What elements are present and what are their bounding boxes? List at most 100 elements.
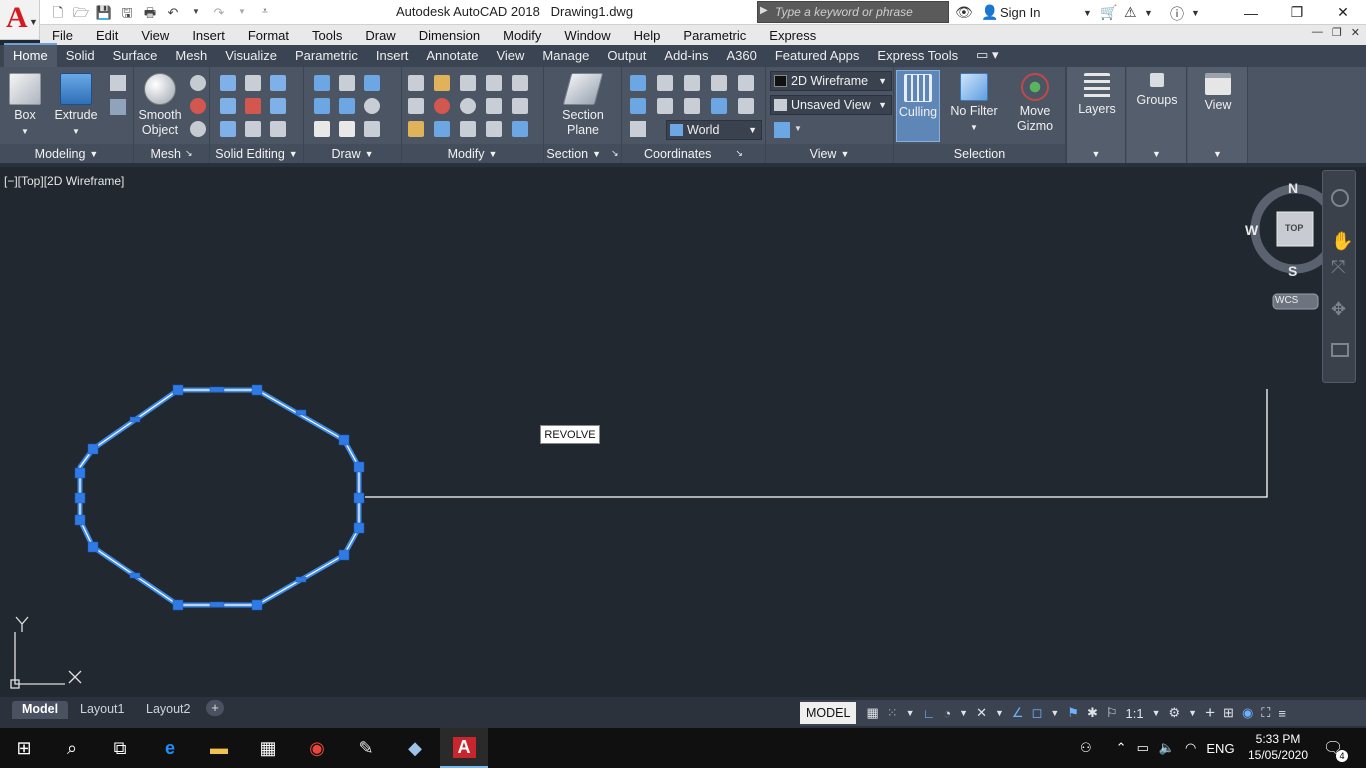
- tab-home[interactable]: Home: [4, 43, 57, 67]
- menu-draw[interactable]: Draw: [353, 28, 406, 43]
- undo-icon[interactable]: ↶: [165, 4, 181, 20]
- redo-dropdown-icon[interactable]: ▼: [234, 4, 250, 20]
- copy-icon[interactable]: [486, 75, 502, 91]
- autocad-taskbar-icon[interactable]: A: [440, 728, 488, 768]
- panel-draw-footer[interactable]: Draw ▼: [304, 144, 401, 163]
- expand-search-icon[interactable]: ▶: [760, 5, 768, 16]
- panel-view-footer[interactable]: View ▼: [766, 144, 893, 163]
- helix-icon[interactable]: [339, 75, 355, 91]
- layers-button[interactable]: Layers: [1073, 73, 1121, 117]
- a360-icon[interactable]: ⚠: [1124, 4, 1137, 21]
- search-input[interactable]: [772, 3, 947, 21]
- arc-icon[interactable]: [364, 75, 380, 91]
- task-view-icon[interactable]: ⧉: [96, 728, 144, 768]
- quick-properties-icon[interactable]: ◉: [1238, 700, 1257, 726]
- close-button[interactable]: ✕: [1320, 0, 1366, 25]
- panel-mesh-footer[interactable]: Mesh ↘: [134, 144, 209, 163]
- tab-a360[interactable]: A360: [717, 45, 765, 67]
- sign-in-dropdown-icon[interactable]: ▼: [1083, 8, 1092, 18]
- tab-insert[interactable]: Insert: [367, 45, 418, 67]
- subtract-icon[interactable]: [220, 98, 236, 114]
- polar-icon[interactable]: ◔: [939, 700, 955, 726]
- union-icon[interactable]: [220, 75, 236, 91]
- annotation-scale-value[interactable]: 1:1: [1122, 700, 1148, 726]
- grips[interactable]: [74, 384, 365, 611]
- erase-icon[interactable]: [512, 75, 528, 91]
- undo-dropdown-icon[interactable]: ▼: [188, 4, 204, 20]
- fillet-icon[interactable]: [408, 75, 424, 91]
- menu-help[interactable]: Help: [622, 28, 672, 43]
- tab-featured-apps[interactable]: Featured Apps: [766, 45, 869, 67]
- print-icon[interactable]: 🖶: [142, 4, 158, 20]
- menu-modify[interactable]: Modify: [491, 28, 552, 43]
- menu-format[interactable]: Format: [236, 28, 300, 43]
- tab-express-tools[interactable]: Express Tools: [868, 45, 967, 67]
- tab-layout2[interactable]: Layout2: [136, 701, 200, 719]
- rectangle-icon[interactable]: [339, 121, 355, 137]
- refine-mesh-icon[interactable]: [190, 121, 206, 137]
- view-panel-button[interactable]: View: [1192, 73, 1244, 113]
- binoculars-icon[interactable]: 👁: [955, 4, 973, 21]
- volume-icon[interactable]: 🔈: [1159, 740, 1175, 756]
- annotation-visibility-icon[interactable]: ⚑: [1063, 700, 1083, 726]
- open-file-icon[interactable]: 🗁: [73, 4, 89, 20]
- panel-layers[interactable]: Layers ▼: [1066, 67, 1126, 163]
- spline-icon[interactable]: [314, 98, 330, 114]
- help-dropdown-icon[interactable]: ▼: [1191, 8, 1200, 18]
- tab-layout1[interactable]: Layout1: [70, 701, 134, 719]
- annotation-monitor-icon[interactable]: +: [1201, 700, 1219, 726]
- ucs-world-icon[interactable]: [684, 75, 700, 91]
- ucs-3point-icon[interactable]: [738, 98, 754, 114]
- 3d-mirror-icon[interactable]: [434, 121, 450, 137]
- polyline-icon[interactable]: [314, 75, 330, 91]
- customization-menu-icon[interactable]: ≡: [1274, 700, 1290, 726]
- autocad-launcher-icon[interactable]: ◆: [391, 728, 439, 768]
- restore-button[interactable]: ❐: [1274, 0, 1320, 25]
- stretch-icon[interactable]: [460, 121, 476, 137]
- add-layout-icon[interactable]: +: [206, 700, 224, 716]
- panel-modeling-footer[interactable]: Modeling ▼: [0, 144, 133, 163]
- windows-start-icon[interactable]: ⊞: [0, 728, 48, 768]
- doc-restore-icon[interactable]: ❐: [1332, 26, 1342, 39]
- cart-icon[interactable]: 🛒: [1100, 4, 1117, 21]
- menu-dimension[interactable]: Dimension: [407, 28, 491, 43]
- extract-edges-icon[interactable]: [270, 98, 286, 114]
- separate-icon[interactable]: [270, 75, 286, 91]
- viewcube-top-face[interactable]: TOP: [1285, 223, 1303, 233]
- workspace-dropdown-icon[interactable]: ▼: [1184, 700, 1201, 726]
- search-icon[interactable]: ⌕: [48, 728, 96, 768]
- array-icon[interactable]: [486, 121, 502, 137]
- showmotion-icon[interactable]: [1331, 343, 1349, 357]
- rect-array-icon[interactable]: [512, 121, 528, 137]
- calculator-icon[interactable]: ▦: [244, 728, 292, 768]
- orbit-icon[interactable]: ✥: [1331, 299, 1346, 320]
- pan-icon[interactable]: ✋: [1331, 231, 1353, 252]
- tab-surface[interactable]: Surface: [104, 45, 167, 67]
- menu-parametric[interactable]: Parametric: [671, 28, 757, 43]
- show-hidden-icons[interactable]: ⌃: [1116, 740, 1127, 756]
- no-filter-button[interactable]: No Filter ▼: [946, 73, 1002, 135]
- isodraft-icon[interactable]: ✕: [972, 700, 991, 726]
- auto-scale-icon[interactable]: ✱: [1083, 700, 1102, 726]
- trim-icon[interactable]: [408, 98, 424, 114]
- help-icon[interactable]: ⓘ: [1170, 4, 1184, 24]
- smooth-more-icon[interactable]: [190, 75, 206, 91]
- compass-west[interactable]: W: [1245, 222, 1258, 238]
- chevron-down-icon[interactable]: ▼: [794, 124, 802, 133]
- box-button[interactable]: Box ▼: [6, 73, 44, 139]
- units-icon[interactable]: ⊞: [1219, 700, 1238, 726]
- line-icon[interactable]: [339, 98, 355, 114]
- file-explorer-icon[interactable]: ▬: [195, 728, 243, 768]
- new-file-icon[interactable]: 🗋: [50, 4, 66, 20]
- panel-solid-editing-footer[interactable]: Solid Editing ▼: [210, 144, 303, 163]
- doc-close-icon[interactable]: ✕: [1351, 26, 1360, 39]
- saved-view-combo[interactable]: Unsaved View ▼: [770, 95, 892, 115]
- snap-icon[interactable]: ⁙: [883, 700, 902, 726]
- slice-icon[interactable]: [245, 75, 261, 91]
- region-icon[interactable]: [364, 121, 380, 137]
- a360-dropdown-icon[interactable]: ▼: [1144, 8, 1153, 18]
- ucs-icon[interactable]: [630, 75, 646, 91]
- ucs-combo[interactable]: World ▼: [666, 120, 762, 140]
- ucs-face-icon[interactable]: [630, 98, 646, 114]
- tab-manage[interactable]: Manage: [533, 45, 598, 67]
